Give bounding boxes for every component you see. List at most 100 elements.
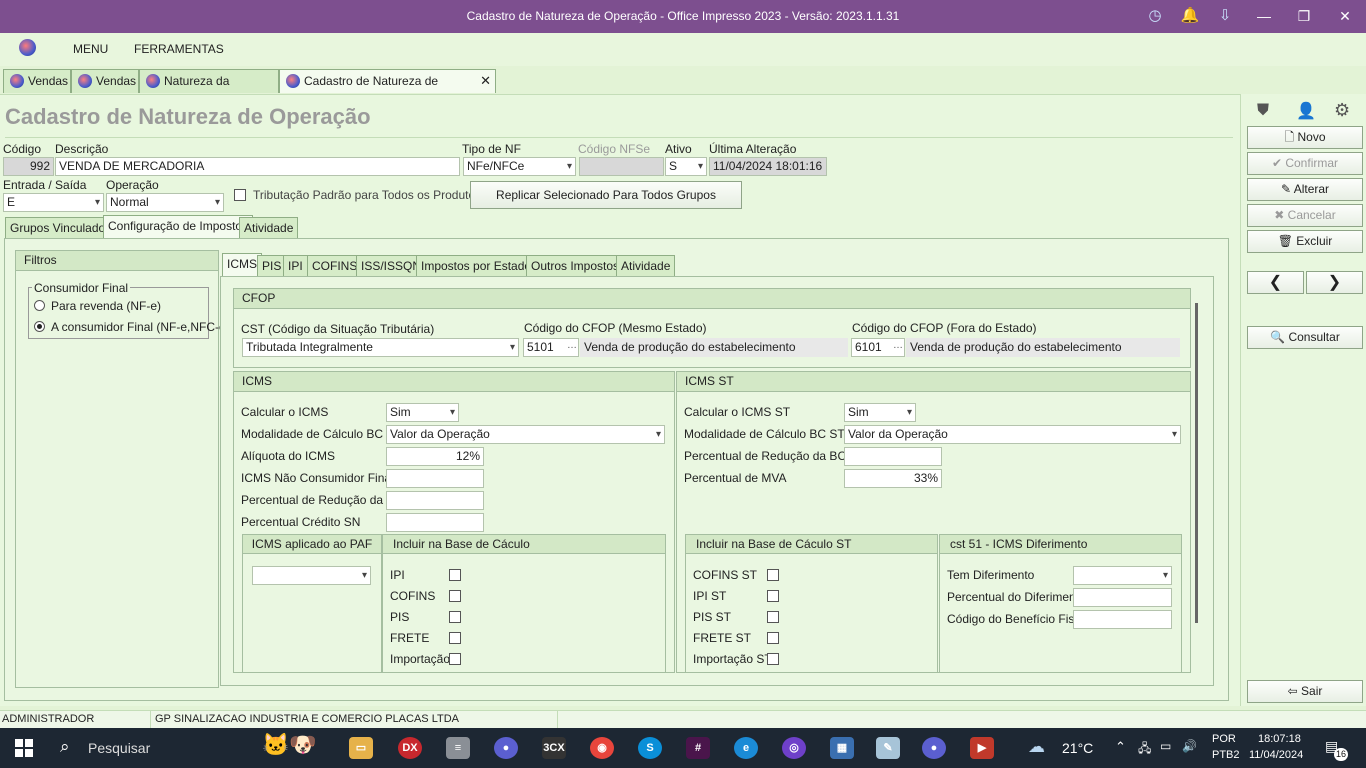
devexpress-icon[interactable]: DX: [398, 737, 422, 759]
confirmar-button[interactable]: ✔ Confirmar: [1247, 152, 1363, 175]
st-base-frete-checkbox[interactable]: [767, 632, 779, 644]
weather-temp[interactable]: 21°C: [1062, 740, 1093, 756]
menu-item-menu[interactable]: MENU: [73, 42, 108, 56]
download-icon[interactable]: ⇩: [1215, 6, 1235, 26]
slack-icon[interactable]: #: [686, 737, 710, 759]
close-tab-icon[interactable]: ✕: [480, 70, 491, 92]
vertical-scrollbar[interactable]: [1195, 303, 1198, 623]
tax-tab-outros[interactable]: Outros Impostos: [526, 255, 625, 277]
monitor-icon[interactable]: ▭: [1160, 739, 1171, 753]
chevron-up-icon[interactable]: ⌃: [1115, 739, 1126, 755]
office-app-icon[interactable]: ●: [494, 737, 518, 759]
skype-icon[interactable]: S: [638, 737, 662, 759]
tax-tab-icms[interactable]: ICMS: [222, 253, 262, 277]
icms-reducao-field[interactable]: [386, 491, 484, 510]
app-logo-icon[interactable]: [19, 39, 36, 56]
tax-tab-impostos-estado[interactable]: Impostos por Estado: [416, 255, 537, 277]
doc-tab-natureza[interactable]: Natureza da Operação: [139, 69, 279, 110]
windows-start-icon[interactable]: [15, 739, 33, 757]
base-ipi-checkbox[interactable]: [449, 569, 461, 581]
tem-diferimento-select[interactable]: [1073, 566, 1172, 585]
radio-consumidor-final[interactable]: [34, 321, 45, 332]
st-base-importacao-checkbox[interactable]: [767, 653, 779, 665]
cfop-fora-lookup-icon[interactable]: …: [893, 340, 903, 351]
clock-time[interactable]: 18:07:18: [1258, 733, 1301, 745]
paf-select[interactable]: [252, 566, 371, 585]
codigo-field[interactable]: 992: [3, 157, 54, 176]
chrome-icon[interactable]: ◉: [590, 737, 614, 759]
taskbar-search[interactable]: Pesquisar: [88, 740, 150, 756]
consultar-button[interactable]: 🔍 Consultar: [1247, 326, 1363, 349]
operacao-select[interactable]: Normal: [106, 193, 224, 212]
tax-tab-pis[interactable]: PIS: [257, 255, 287, 277]
cancelar-button[interactable]: ✖ Cancelar: [1247, 204, 1363, 227]
codigo-nfse-field[interactable]: [579, 157, 664, 176]
tributacao-padrao-checkbox[interactable]: [234, 189, 246, 201]
next-button[interactable]: ❯: [1306, 271, 1363, 294]
icms-nao-consumidor-field[interactable]: [386, 469, 484, 488]
beneficio-fiscal-field[interactable]: [1073, 610, 1172, 629]
network-icon[interactable]: 🖧: [1138, 739, 1151, 760]
sair-button[interactable]: ⇦ Sair: [1247, 680, 1363, 703]
shield-icon[interactable]: ⛊: [1257, 102, 1269, 120]
presenter-icon[interactable]: ▶: [970, 737, 994, 759]
icms-st-modalidade-select[interactable]: Valor da Operação: [844, 425, 1181, 444]
restore-button[interactable]: ❐: [1292, 6, 1316, 26]
perc-diferimento-field[interactable]: [1073, 588, 1172, 607]
entrada-saida-select[interactable]: E: [3, 193, 104, 212]
gear-icon[interactable]: ⚙: [1334, 100, 1350, 121]
minimize-button[interactable]: —: [1252, 6, 1276, 26]
clock-date[interactable]: 11/04/2024: [1249, 749, 1303, 761]
icms-modalidade-select[interactable]: Valor da Operação: [386, 425, 665, 444]
tab-atividade[interactable]: Atividade: [239, 217, 299, 239]
icms-calcular-select[interactable]: Sim: [386, 403, 459, 422]
edge-icon[interactable]: e: [734, 737, 758, 759]
radio-para-revenda[interactable]: [34, 300, 45, 311]
ultima-alteracao-field[interactable]: 11/04/2024 18:01:16: [709, 157, 827, 176]
excluir-button[interactable]: 🗑 Excluir: [1247, 230, 1363, 253]
cst-select[interactable]: Tributada Integralmente: [242, 338, 519, 357]
doc-tab-vendas-1[interactable]: Vendas: [3, 69, 71, 93]
previous-button[interactable]: ❮: [1247, 271, 1304, 294]
file-explorer-icon[interactable]: ▭: [349, 737, 373, 759]
novo-button[interactable]: 🗋 Novo: [1247, 126, 1363, 149]
search-icon[interactable]: ⌕: [60, 737, 70, 757]
alterar-button[interactable]: ✎ Alterar: [1247, 178, 1363, 201]
tab-configuracao-impostos[interactable]: Configuração de Impostos: [103, 215, 254, 239]
github-icon[interactable]: ◎: [782, 737, 806, 759]
cfop-mesmo-lookup-icon[interactable]: …: [567, 340, 577, 351]
calculator-icon[interactable]: ▦: [830, 737, 854, 759]
icms-st-reducao-field[interactable]: [844, 447, 942, 466]
office-app-2-icon[interactable]: ●: [922, 737, 946, 759]
close-button[interactable]: ✕: [1333, 6, 1357, 26]
st-base-pis-checkbox[interactable]: [767, 611, 779, 623]
ativo-select[interactable]: S: [665, 157, 707, 176]
bell-icon[interactable]: 🔔: [1180, 6, 1200, 26]
lang-1[interactable]: POR: [1212, 733, 1236, 745]
doc-tab-vendas-2[interactable]: Vendas: [71, 69, 139, 93]
icms-st-mva-field[interactable]: 33%: [844, 469, 942, 488]
icms-aliquota-field[interactable]: 12%: [386, 447, 484, 466]
clock-icon[interactable]: ◷: [1145, 6, 1165, 26]
base-importacao-checkbox[interactable]: [449, 653, 461, 665]
tipo-nf-select[interactable]: NFe/NFCe: [463, 157, 576, 176]
tax-tab-ipi[interactable]: IPI: [283, 255, 308, 277]
base-pis-checkbox[interactable]: [449, 611, 461, 623]
tax-tab-cofins[interactable]: COFINS: [307, 255, 363, 277]
replicar-button[interactable]: Replicar Selecionado Para Todos Grupos: [470, 181, 742, 209]
3cx-icon[interactable]: 3CX: [542, 737, 566, 759]
tab-grupos-vinculados[interactable]: Grupos Vinculados: [5, 217, 117, 239]
doc-tab-cadastro[interactable]: Cadastro de Natureza de Operação✕: [279, 69, 496, 110]
st-base-ipi-checkbox[interactable]: [767, 590, 779, 602]
add-user-icon[interactable]: 👤: [1296, 101, 1316, 121]
base-cofins-checkbox[interactable]: [449, 590, 461, 602]
lang-2[interactable]: PTB2: [1212, 749, 1240, 761]
tax-tab-atividade[interactable]: Atividade: [616, 255, 676, 277]
st-base-cofins-checkbox[interactable]: [767, 569, 779, 581]
base-frete-checkbox[interactable]: [449, 632, 461, 644]
notes-icon[interactable]: ✎: [876, 737, 900, 759]
icms-credito-sn-field[interactable]: [386, 513, 484, 532]
descricao-field[interactable]: VENDA DE MERCADORIA: [55, 157, 460, 176]
menu-item-ferramentas[interactable]: FERRAMENTAS: [134, 42, 224, 56]
database-icon[interactable]: ≡: [446, 737, 470, 759]
